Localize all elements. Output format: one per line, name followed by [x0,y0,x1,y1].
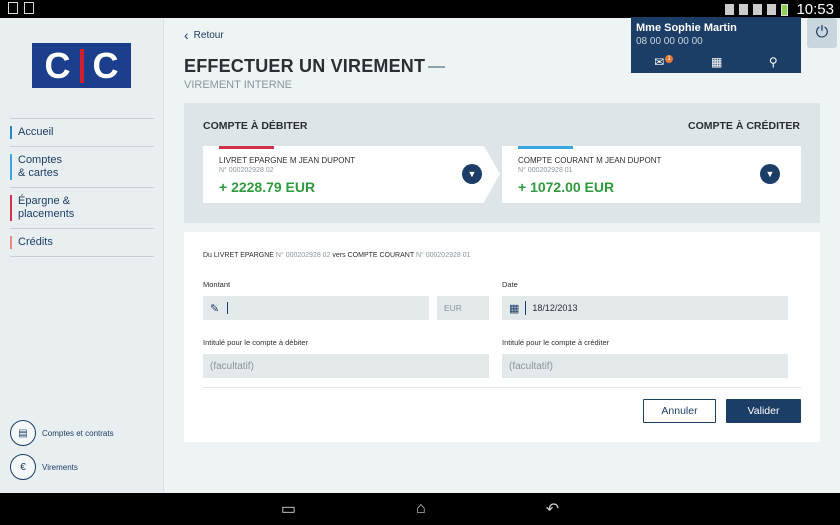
date-input[interactable]: ▦ 18/12/2013 [502,296,788,320]
bluetooth-icon [725,4,735,15]
chevron-down-icon[interactable]: ▼ [760,164,780,184]
debit-note-label: Intitulé pour le compte à débiter [203,338,309,347]
calendar-icon[interactable]: ▦ [711,55,722,69]
user-panel[interactable]: Mme Sophie Martin 08 00 00 00 00 ✉ ▦ ⚲ 1 [631,17,801,73]
mail-icon[interactable]: ✉ [654,55,664,69]
date-label: Date [502,280,518,289]
transfer-form: Du LIVRET EPARGNE N° 000202928 02 vers C… [184,232,820,442]
debit-account-balance: + 2228.79 EUR [219,179,316,195]
wifi-icon [753,4,763,15]
amount-label: Montant [203,280,231,289]
main-nav: Accueil Comptes & cartes Épargne & place… [10,118,154,257]
credit-account-number: N° 000202928 01 [518,167,573,174]
calendar-icon: ▦ [509,302,520,315]
currency-field: EUR [437,296,489,320]
home-icon[interactable]: ⌂ [416,500,426,518]
transfer-summary: Du LIVRET EPARGNE N° 000202928 02 vers C… [203,252,471,259]
debit-account-number: N° 000202928 02 [219,167,274,174]
credit-note-label: Intitulé pour le compte à créditer [502,338,610,347]
credit-account-balance: + 1072.00 EUR [518,179,615,195]
system-nav-bar: ▭ ⌂ ↶ [0,493,840,525]
arrow-separator [484,146,500,202]
power-button[interactable]: ⏻ [807,18,837,48]
cic-logo[interactable]: CC [32,43,131,88]
user-name: Mme Sophie Martin [636,22,737,34]
back-icon[interactable]: ↶ [546,499,559,519]
virements-link[interactable]: € Virements [10,454,78,480]
recent-apps-icon[interactable]: ▭ [281,499,296,519]
validate-button[interactable]: Valider [726,399,801,423]
comptes-contrats-link[interactable]: ▤ Comptes et contrats [10,420,114,446]
mail-badge: 1 [665,55,673,63]
page-title: EFFECTUER UN VIREMENT [184,56,446,77]
debit-account-card[interactable]: LIVRET EPARGNE M JEAN DUPONT N° 00020292… [203,146,484,203]
debit-account-name: LIVRET EPARGNE M JEAN DUPONT [219,156,356,165]
sidebar-item-accueil[interactable]: Accueil [10,118,154,147]
chevron-left-icon: ‹ [184,27,189,43]
notification-icon [8,2,18,14]
location-icon[interactable]: ⚲ [769,55,778,69]
page-subtitle: VIREMENT INTERNE [184,79,292,91]
amount-input[interactable]: ✎ [203,296,429,320]
debit-note-input[interactable]: (facultatif) [203,354,489,378]
power-icon: ⏻ [815,24,829,41]
image-icon [24,2,34,14]
credit-account-label: COMPTE À CRÉDITER [687,120,800,132]
back-button[interactable]: ‹ Retour [184,27,224,43]
battery-icon [781,3,789,16]
credit-account-name: COMPTE COURANT M JEAN DUPONT [518,156,662,165]
chevron-down-icon[interactable]: ▼ [462,164,482,184]
cancel-button[interactable]: Annuler [643,399,716,423]
sidebar: CC Accueil Comptes & cartes Épargne & pl… [0,18,164,493]
sidebar-item-credits[interactable]: Crédits [10,229,154,257]
document-icon: ▤ [10,420,36,446]
mute-icon [739,4,749,15]
debit-account-label: COMPTE À DÉBITER [203,120,308,132]
credit-note-input[interactable]: (facultatif) [502,354,788,378]
clock: 10:53 [796,1,834,18]
user-id: 08 00 00 00 00 [636,36,703,47]
sidebar-item-epargne[interactable]: Épargne & placements [10,188,154,229]
pencil-icon: ✎ [210,302,220,315]
accounts-panel: COMPTE À DÉBITER COMPTE À CRÉDITER LIVRE… [184,103,820,223]
divider [203,387,801,388]
signal-icon [767,4,777,15]
euro-transfer-icon: € [10,454,36,480]
credit-account-card[interactable]: COMPTE COURANT M JEAN DUPONT N° 00020292… [502,146,801,203]
status-bar: 10:53 [0,0,840,18]
sidebar-item-comptes[interactable]: Comptes & cartes [10,147,154,188]
